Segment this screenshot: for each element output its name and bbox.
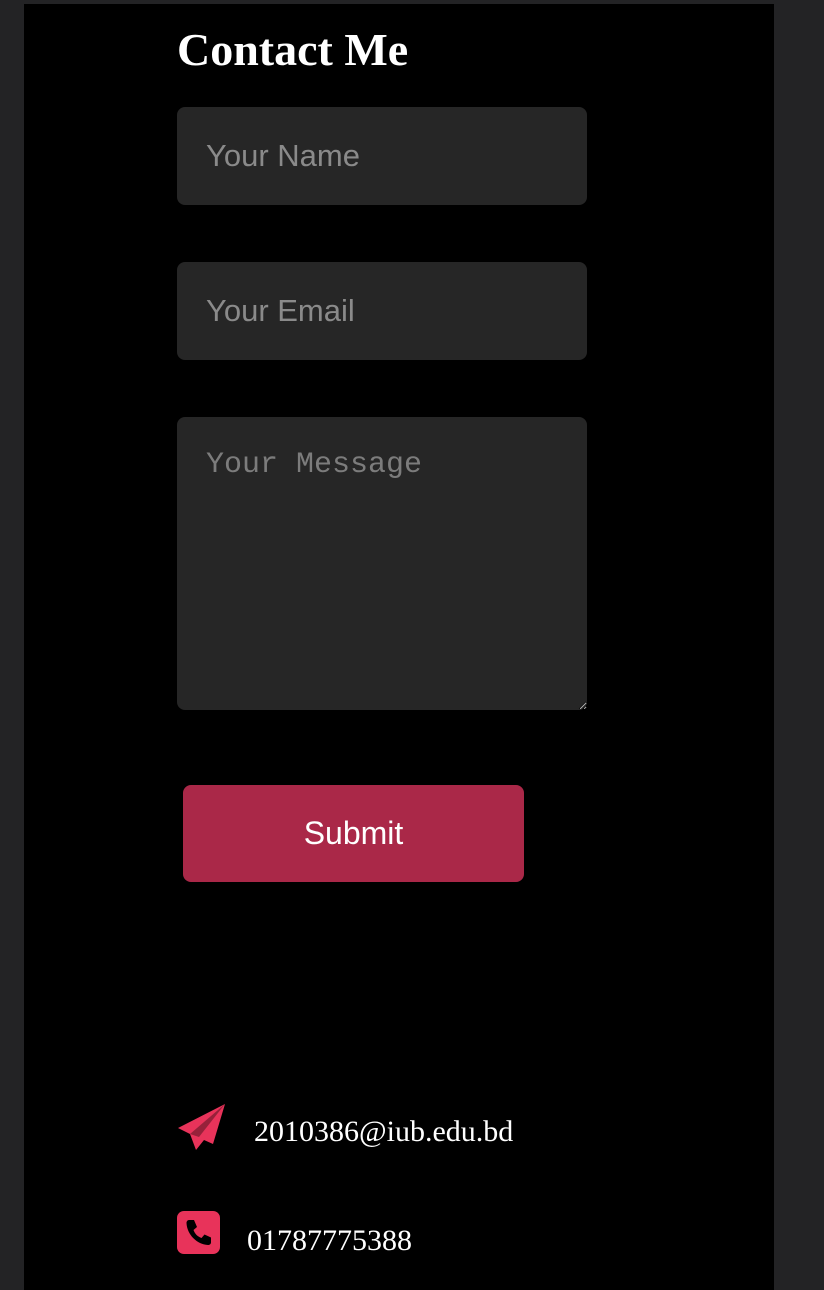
phone-square-icon <box>177 1211 220 1259</box>
paper-plane-icon <box>177 1102 227 1157</box>
contact-email-text: 2010386@iub.edu.bd <box>254 1115 514 1148</box>
contact-section: Contact Me Submit 2010386@iub.edu.bd 017… <box>24 4 774 1290</box>
name-input[interactable] <box>177 107 587 205</box>
contact-phone-text: 01787775388 <box>247 1224 412 1257</box>
submit-button[interactable]: Submit <box>183 785 524 882</box>
email-input[interactable] <box>177 262 587 360</box>
message-textarea[interactable] <box>177 417 587 710</box>
page-title: Contact Me <box>177 24 409 75</box>
